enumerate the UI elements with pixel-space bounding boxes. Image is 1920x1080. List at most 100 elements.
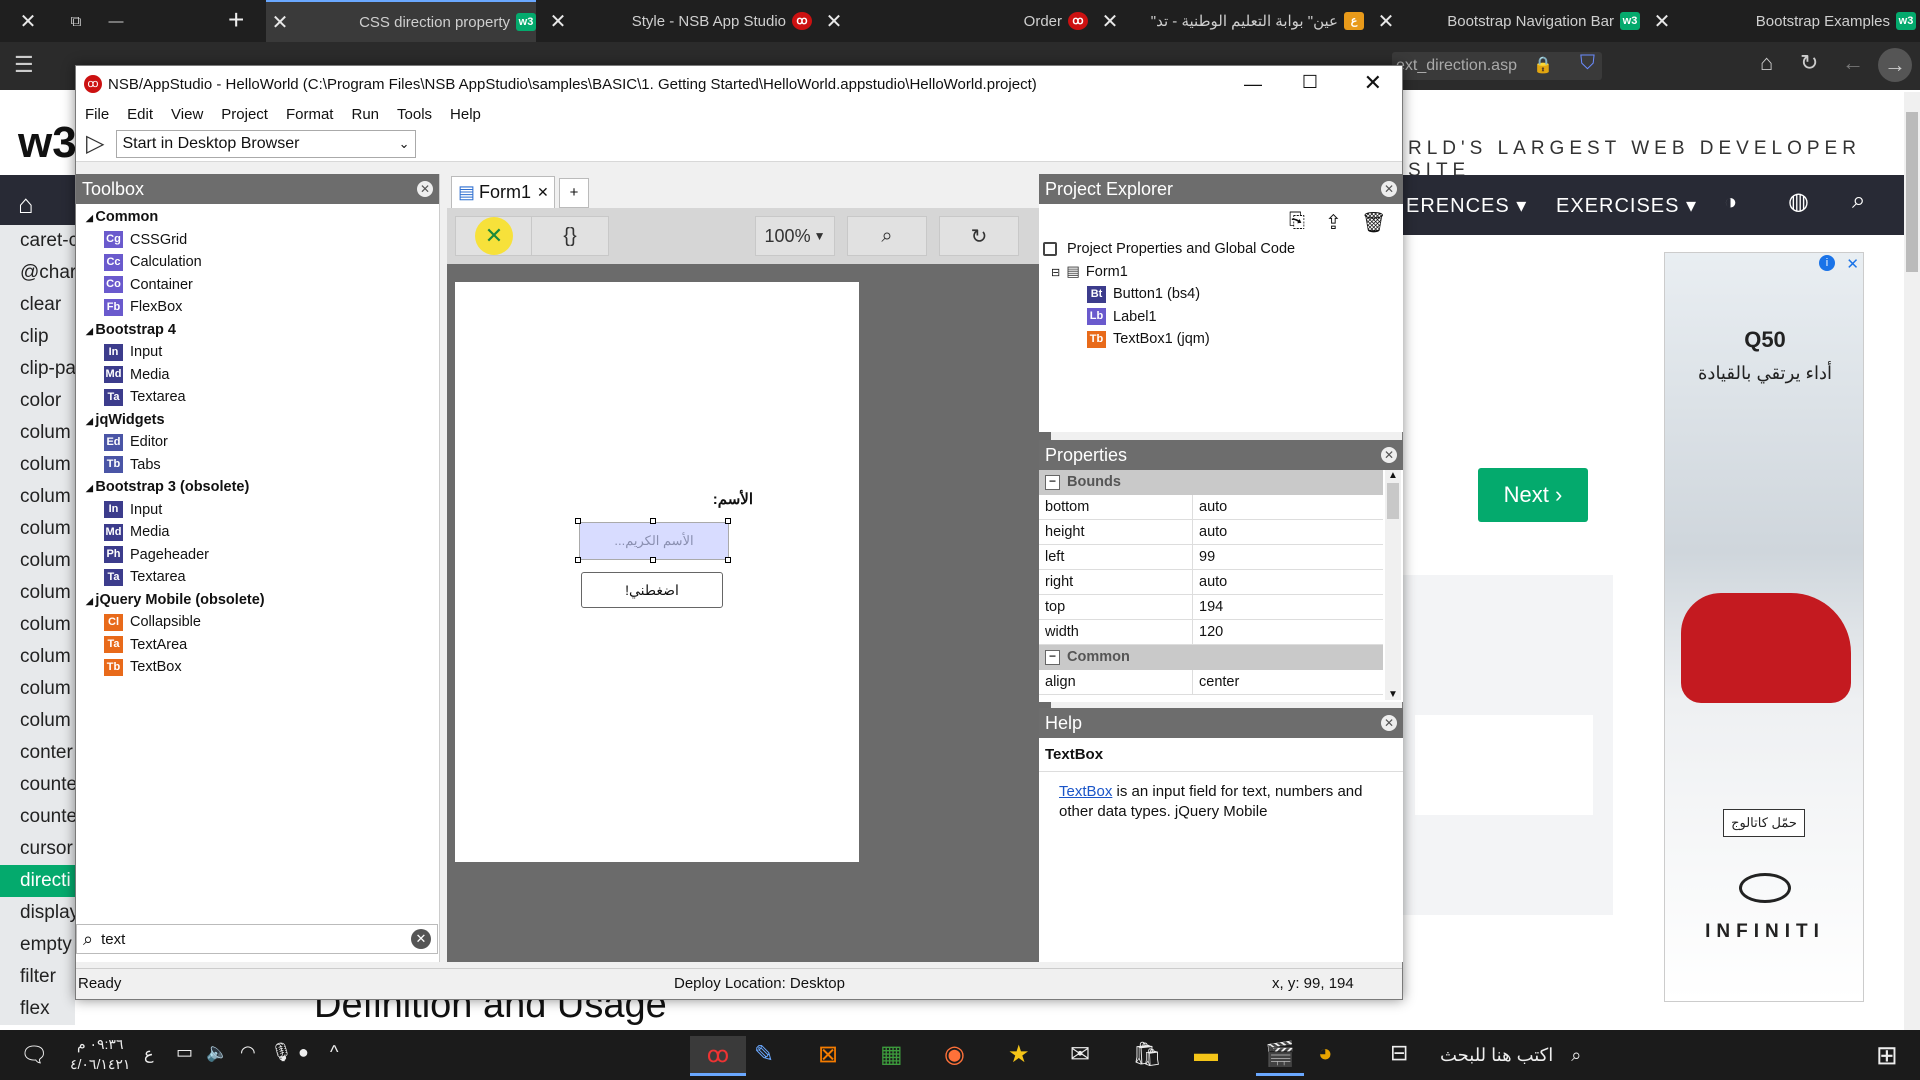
zoom-select[interactable]: 100% ▼ [755,216,835,256]
tab-bootstrap-examples[interactable]: ✕ Bootstrap Examples w3 [1648,0,1916,42]
toolbox-group[interactable]: ◢ jQuery Mobile (obsolete) [76,589,439,612]
export-icon[interactable]: ⇪ [1325,210,1342,235]
sidebar-item[interactable]: clip [0,321,75,353]
preview-button[interactable]: ⌕ [847,216,927,256]
help-link[interactable]: TextBox [1059,783,1112,800]
tree-item-control[interactable]: Bt Button1 (bs4) [1043,283,1403,306]
textbox1[interactable]: الأسم الكريم... [579,522,729,560]
tab-ain[interactable]: ✕ عين" بوابة التعليم الوطنية - تد" ع [1096,0,1364,42]
sidebar-item[interactable]: colum [0,705,75,737]
sidebar-item[interactable]: filter [0,961,75,993]
minimize-icon[interactable]: — [1244,74,1262,95]
toolbox-item[interactable]: Cg CSSGrid [76,229,439,252]
nav-exercises[interactable]: EXERCISES ▾ [1556,193,1697,218]
property-row[interactable]: top 194 [1039,595,1383,620]
toolbox-item[interactable]: In Input [76,499,439,522]
taskbar-explorer-icon[interactable]: ▬ [1194,1040,1218,1068]
trash-icon[interactable]: 🗑 [1361,210,1386,235]
home-icon[interactable]: ⌂ [1760,50,1773,76]
close-icon[interactable]: ✕ [266,10,294,35]
properties-scrollbar[interactable]: ▲ ▼ [1385,470,1401,700]
catalog-button[interactable]: حمّل كاتالوج [1723,809,1805,837]
add-tab-button[interactable]: + [559,178,589,208]
toolbox-item[interactable]: Fb FlexBox [76,296,439,319]
expand-icon[interactable]: ◢ [86,596,95,606]
sidebar-item[interactable]: colum [0,513,75,545]
toolbox-item[interactable]: Ta Textarea [76,566,439,589]
battery-icon[interactable]: ▭ [176,1042,193,1063]
sidebar-item[interactable]: @char [0,257,75,289]
sidebar-item[interactable]: counte [0,801,75,833]
property-section[interactable]: Common [1039,645,1383,670]
expand-icon[interactable]: ◢ [86,483,95,493]
sidebar-item[interactable]: color [0,385,75,417]
close-icon[interactable]: ✕ [820,9,848,34]
close-icon[interactable]: ✕ [537,184,549,201]
adchoices-icon[interactable]: i [1819,255,1835,271]
menu-view[interactable]: View [162,106,212,123]
property-row[interactable]: align center [1039,670,1383,695]
expand-icon[interactable]: ◢ [86,326,95,336]
maximize-icon[interactable]: ☐ [1302,72,1318,93]
code-view-button[interactable]: {} [531,216,609,256]
tab-form1[interactable]: ▤ Form1 ✕ [451,176,555,208]
next-button[interactable]: Next › [1478,468,1588,522]
taskbar-chrome-icon[interactable]: ◕ [1318,1040,1333,1068]
toolbox-item[interactable]: Md Media [76,364,439,387]
taskbar-editor-icon[interactable]: ✎ [754,1040,774,1069]
close-icon[interactable]: ✕ [1381,447,1397,463]
taskbar-notepadpp-icon[interactable]: ▦ [880,1040,903,1069]
sidebar-item[interactable]: counte [0,769,75,801]
button1[interactable]: اضغطني! [581,572,723,608]
property-row[interactable]: height auto [1039,520,1383,545]
toolbox-item[interactable]: Co Container [76,274,439,297]
back-icon[interactable]: ← [1842,50,1864,76]
tree-item-project-properties[interactable]: Project Properties and Global Code [1043,238,1403,261]
chevron-up-icon[interactable]: ^ [330,1042,338,1063]
resize-handle[interactable] [575,518,581,524]
page-scrollbar[interactable] [1904,92,1920,1030]
resize-handle[interactable] [725,518,731,524]
sidebar-item[interactable]: colum [0,449,75,481]
tree-item-form1[interactable]: ⊟ ▤ Form1 [1043,261,1403,284]
scroll-up-icon[interactable]: ▲ [1385,470,1401,481]
menu-help[interactable]: Help [441,106,490,123]
property-row[interactable]: width 120 [1039,620,1383,645]
menu-project[interactable]: Project [212,106,277,123]
address-bar[interactable]: ext_direction.asp 🔒 [1392,52,1602,80]
close-icon[interactable]: ✕ [417,181,433,197]
search-icon[interactable]: ⌕ [1852,187,1865,215]
search-input[interactable]: text [101,931,125,948]
tab-order[interactable]: ✕ Order ꝏ [820,0,1088,42]
nav-references[interactable]: ERENCES ▾ [1406,193,1527,218]
property-row[interactable]: right auto [1039,570,1383,595]
property-section[interactable]: Bounds [1039,470,1383,495]
close-icon[interactable]: ✕ [1381,181,1397,197]
resize-handle[interactable] [725,557,731,563]
toolbox-item[interactable]: Md Media [76,521,439,544]
resize-handle[interactable] [575,557,581,563]
taskbar-xampp-icon[interactable]: ⊠ [818,1040,838,1069]
sidebar-item[interactable]: colum [0,481,75,513]
expand-icon[interactable]: ◢ [86,416,95,426]
sidebar-item[interactable]: colum [0,417,75,449]
toolbox-group[interactable]: ◢ Bootstrap 3 (obsolete) [76,476,439,499]
reload-icon[interactable]: ↻ [1800,50,1818,76]
sidebar-item[interactable]: conter [0,737,75,769]
form-canvas[interactable]: الأسم: الأسم الكريم... اضغطني! [455,282,859,862]
taskbar-firefox-icon[interactable]: ◉ [944,1040,965,1069]
shield-icon[interactable]: ⛉ [1580,52,1595,75]
collapse-icon[interactable]: ⊟ [1051,267,1060,279]
toolbox-group[interactable]: ◢ Bootstrap 4 [76,319,439,342]
sidebar-item[interactable]: colum [0,641,75,673]
close-icon[interactable]: ✕ [544,9,572,34]
clear-search-icon[interactable]: ✕ [411,929,431,949]
toolbox-item[interactable]: In Input [76,341,439,364]
contrast-icon[interactable]: ◑ [1724,189,1737,215]
play-icon[interactable]: ▷ [86,129,104,158]
toolbox-item[interactable]: Ph Pageheader [76,544,439,567]
property-row[interactable]: bottom auto [1039,495,1383,520]
ad-banner[interactable]: i ✕ Q50 أداء يرتقي بالقيادة حمّل كاتالوج… [1664,252,1864,1002]
sidebar-item[interactable]: cursor [0,833,75,865]
property-row[interactable]: left 99 [1039,545,1383,570]
